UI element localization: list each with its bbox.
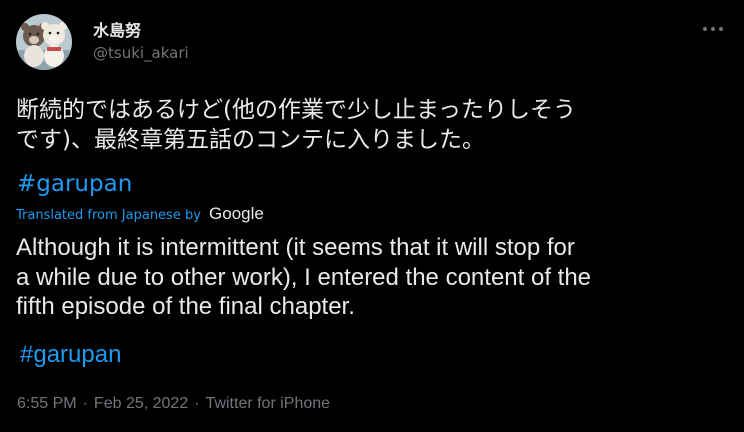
translated-text-line: a while due to other work), I entered th… (16, 263, 592, 291)
translated-text-line: Although it is intermittent (it seems th… (16, 234, 575, 261)
tweet-date[interactable]: Feb 25, 2022 (94, 395, 188, 412)
avatar-image (16, 14, 72, 70)
translation-label: Translated from Japanese by (16, 208, 201, 223)
tweet-original-text: 断続的ではあるけど(他の作業で少し止まったりしそう です)、最終章第五話のコンテ… (16, 95, 736, 155)
separator: · (194, 395, 200, 412)
original-text-line: 断続的ではあるけど(他の作業で少し止まったりしそう (16, 97, 577, 123)
hashtag-link[interactable]: #garupan (17, 169, 132, 199)
display-name[interactable]: 水島努 (93, 17, 141, 41)
hashtag-link[interactable]: #garupan (20, 340, 121, 370)
translated-text-line: fifth episode of the final chapter. (16, 293, 355, 320)
google-logo: Google (209, 204, 264, 223)
more-options-icon[interactable] (700, 18, 726, 38)
tweet-metadata: 6:55 PM · Feb 25, 2022 · Twitter for iPhone (17, 395, 330, 413)
avatar[interactable] (16, 14, 72, 70)
original-text-line: です)、最終章第五話のコンテに入りました。 (16, 127, 485, 153)
tweet: 水島努 @tsuki_akari 断続的ではあるけど(他の作業で少し止まったりし… (0, 0, 744, 432)
tweet-translated-text: Although it is intermittent (it seems th… (16, 233, 732, 322)
user-handle[interactable]: @tsuki_akari (93, 44, 189, 62)
tweet-time[interactable]: 6:55 PM (17, 395, 77, 412)
separator: · (82, 395, 88, 412)
tweet-source[interactable]: Twitter for iPhone (206, 395, 331, 412)
translation-attribution[interactable]: Translated from Japanese by Google (16, 204, 264, 224)
